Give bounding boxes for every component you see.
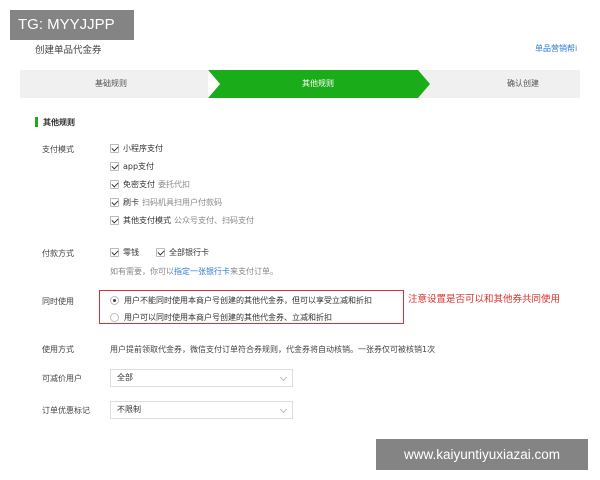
order-tag-select[interactable]: 不限制 (110, 401, 293, 419)
checkbox-checked-icon (110, 161, 119, 171)
specify-bank-card-link[interactable]: 指定一张银行卡 (174, 267, 230, 276)
checkbox-checked-icon (110, 179, 119, 189)
reducible-users-label: 可减价用户 (42, 374, 82, 383)
checkbox-mini-program-pay[interactable]: 小程序支付 (110, 142, 163, 154)
chevron-down-icon (279, 405, 288, 414)
annotation-note: 注意设置是否可以和其他券共同使用 (408, 294, 561, 305)
reducible-users-select[interactable]: 全部 (110, 369, 293, 387)
bank-card-hint: 如有需要，你可以指定一张银行卡来支付订单。 (110, 267, 278, 276)
radio-concurrent[interactable]: 用户可以同时使用本商户号创建的其他代金券、立减和折扣 (110, 311, 332, 323)
radio-unselected-icon (110, 312, 119, 322)
radio-not-concurrent[interactable]: 用户不能同时使用本商户号创建的其他代金券，但可以享受立减和折扣 (110, 294, 372, 306)
checkbox-checked-icon (110, 215, 119, 225)
section-title: 其他规则 (43, 118, 75, 127)
payment-mode-label: 支付模式 (42, 145, 74, 154)
section-accent-bar (35, 117, 38, 127)
concurrent-use-label: 同时使用 (42, 297, 74, 306)
checkbox-checked-icon (110, 143, 119, 153)
checkbox-all-bank-cards[interactable]: 全部银行卡 (156, 246, 209, 258)
checkbox-checked-icon (110, 247, 119, 257)
checkbox-app-pay[interactable]: app支付 (110, 160, 154, 172)
checkbox-change-balance[interactable]: 零钱 (110, 246, 139, 258)
radio-selected-icon (110, 295, 119, 305)
checkbox-checked-icon (156, 247, 165, 257)
step-confirm-create: 确认创建 (507, 79, 539, 88)
checkbox-card-swipe[interactable]: 刷卡 扫码机具扫用户付款码 (110, 196, 222, 208)
chevron-down-icon (279, 373, 288, 382)
step-basic-rules: 基础规则 (95, 79, 127, 88)
usage-label: 使用方式 (42, 345, 74, 354)
order-tag-label: 订单优惠标记 (42, 406, 90, 415)
help-link[interactable]: 单品营销帮i (535, 43, 577, 54)
usage-description: 用户提前领取代金券，微信支付订单符合券规则，代金券将自动核销。一张券仅可被核销1… (110, 345, 436, 354)
checkbox-password-free-pay[interactable]: 免密支付 委托代扣 (110, 178, 190, 190)
pay-method-label: 付款方式 (42, 249, 74, 258)
step-other-rules: 其他规则 (302, 79, 334, 88)
page-title: 创建单品代金券 (35, 45, 102, 56)
checkbox-other-pay-modes[interactable]: 其他支付模式 公众号支付、扫码支付 (110, 214, 254, 226)
step-progress-bar: 基础规则 其他规则 确认创建 (20, 70, 580, 98)
watermark-bottom-right: www.kaiyuntiyuxiazai.com (376, 439, 588, 470)
checkbox-checked-icon (110, 197, 119, 207)
watermark-top-left: TG: MYYJJPP (10, 10, 134, 40)
